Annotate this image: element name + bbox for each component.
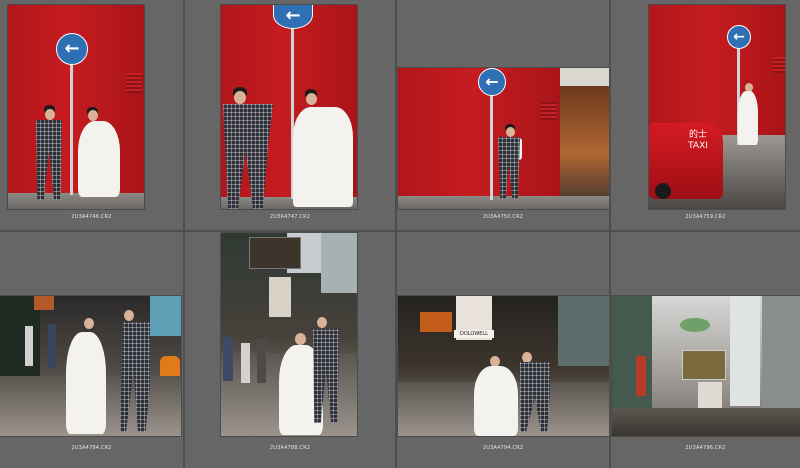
- filmstrip-grid: ← 2U3A4746.CR2 ← 2U3A4747.CR2 ← 2U3A4750…: [0, 0, 800, 468]
- grid-cell[interactable]: ← 的士 TAXI 2U3A4759.CR2: [611, 0, 800, 230]
- thumbnail-image[interactable]: [0, 296, 181, 436]
- grid-cell[interactable]: ← 2U3A4750.CR2: [397, 0, 609, 230]
- thumbnail-image[interactable]: [221, 233, 357, 436]
- grid-divider: [609, 0, 611, 468]
- grid-cell[interactable]: 2U3A4796.CR2: [611, 232, 800, 468]
- thumbnail-image[interactable]: ←: [221, 5, 357, 209]
- thumbnail-filename: 2U3A4796.CR2: [685, 445, 726, 451]
- shop-sign: DOLOWELL: [454, 330, 494, 338]
- grid-cell[interactable]: 2U3A4784.CR2: [0, 232, 183, 468]
- thumbnail-filename: 2U3A4788.CR2: [269, 445, 311, 451]
- thumbnail-image[interactable]: ←: [398, 68, 609, 209]
- grid-cell[interactable]: DOLOWELL 2U3A4794.CR2: [397, 232, 609, 468]
- grid-cell[interactable]: 2U3A4788.CR2: [185, 232, 395, 468]
- thumbnail-filename: 2U3A4759.CR2: [685, 214, 726, 220]
- arrow-sign-icon: ←: [56, 33, 88, 65]
- arrow-sign-icon: ←: [478, 68, 506, 96]
- thumbnail-image[interactable]: ←: [8, 5, 144, 209]
- thumbnail-filename: 2U3A4794.CR2: [482, 445, 524, 451]
- taxi-top-sign: 的士: [688, 130, 707, 140]
- thumbnail-image[interactable]: ← 的士 TAXI: [649, 5, 785, 209]
- grid-cell[interactable]: ← 2U3A4747.CR2: [185, 0, 395, 230]
- thumbnail-filename: 2U3A4746.CR2: [71, 214, 112, 220]
- grid-divider: [0, 230, 800, 232]
- grid-divider: [183, 0, 185, 468]
- grid-cell[interactable]: ← 2U3A4746.CR2: [0, 0, 183, 230]
- grid-divider: [395, 0, 397, 468]
- taxi-sign: TAXI: [688, 141, 708, 151]
- thumbnail-image[interactable]: [612, 296, 800, 436]
- thumbnail-filename: 2U3A4750.CR2: [482, 214, 524, 220]
- arrow-sign-icon: ←: [727, 25, 751, 49]
- thumbnail-filename: 2U3A4784.CR2: [71, 445, 112, 451]
- thumbnail-filename: 2U3A4747.CR2: [269, 214, 311, 220]
- thumbnail-image[interactable]: DOLOWELL: [398, 296, 609, 436]
